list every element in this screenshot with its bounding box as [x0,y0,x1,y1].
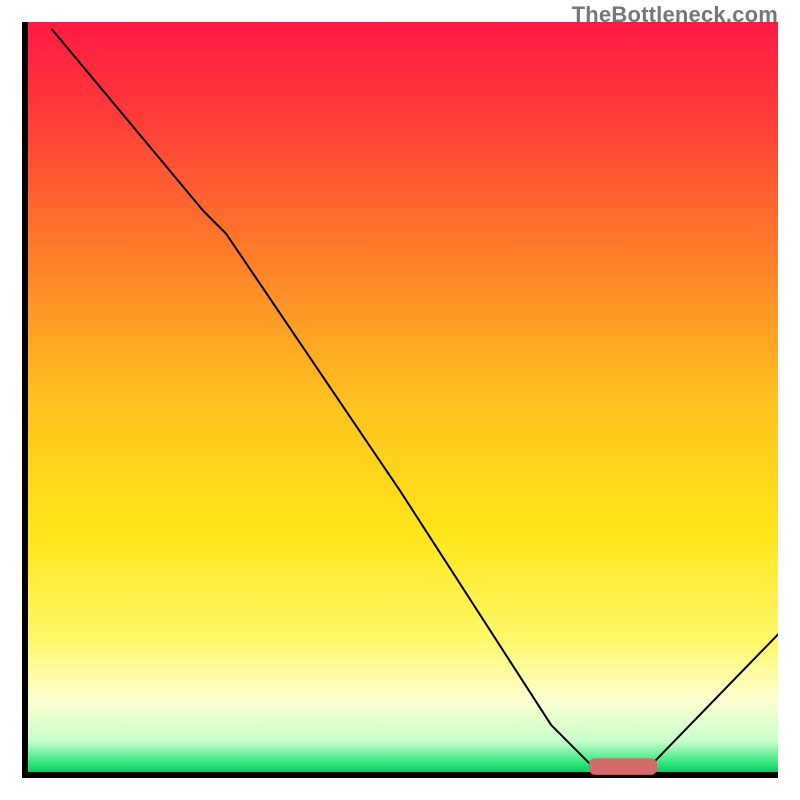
highlight-marker [589,758,657,775]
gradient-fill [25,22,778,775]
chart-container: TheBottleneck.com [0,0,800,800]
chart-plot [22,22,778,778]
watermark-text: TheBottleneck.com [572,2,778,28]
